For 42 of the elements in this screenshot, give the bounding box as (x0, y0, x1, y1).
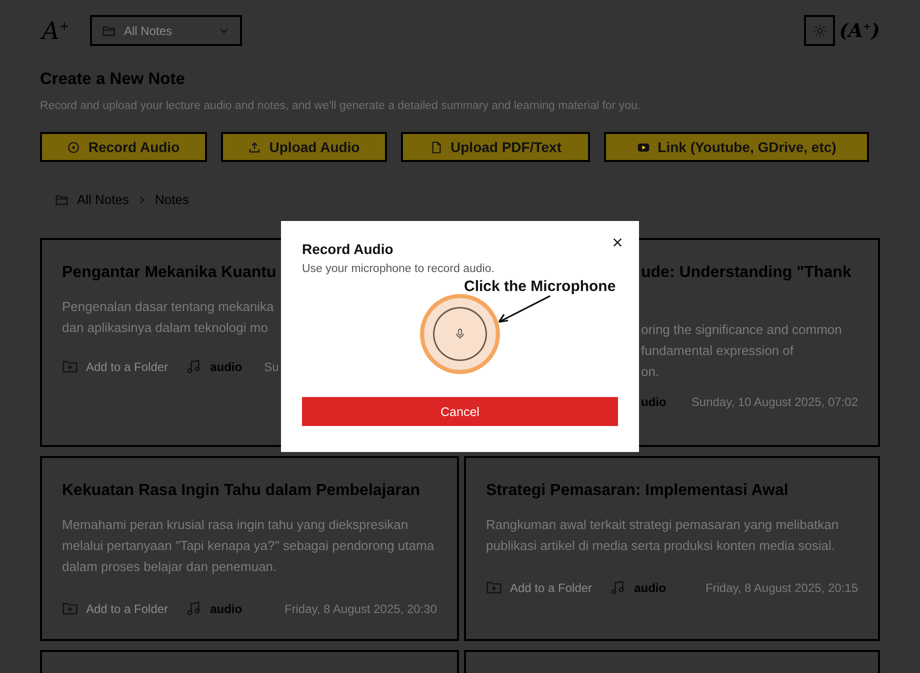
music-note-icon (610, 580, 626, 595)
note-date: Friday, 8 August 2025, 20:15 (705, 580, 858, 594)
note-description: Pengenalan dasar tentang mekanika (62, 298, 274, 316)
note-description: dan aplikasinya dalam teknologi mo (62, 319, 268, 337)
microphone-icon (454, 328, 466, 340)
action-button[interactable]: Link (Youtube, GDrive, etc) (604, 132, 869, 162)
note-description: Memahami peran krusial rasa ingin tahu yang diekspresikan melalui pertanyaan "Tapi kenapa ya?" sebagai pendorong utama dalam proses belajar dan penemuan. (62, 516, 436, 576)
note-description: Rangkuman awal terkait strategi pemasaran yang melibatkan publikasi artikel di media serta produksi konten media sosial. (486, 516, 840, 555)
dialog-title: Record Audio (302, 241, 394, 257)
note-date: Su (264, 360, 279, 374)
folder-icon (55, 192, 69, 206)
note-description: on. (641, 363, 660, 381)
action-button[interactable]: Upload PDF/Text (401, 132, 590, 162)
annotation-arrow (496, 295, 552, 325)
folder-plus-icon (486, 580, 502, 595)
page-subtitle: Record and upload your lecture audio and notes, and we'll generate a detailed summary and learning material for you. (40, 100, 642, 112)
cancel-button[interactable]: Cancel (302, 397, 618, 426)
theme-toggle-button[interactable] (804, 15, 836, 46)
note-card[interactable] (40, 456, 459, 641)
document-icon (430, 140, 443, 154)
folder-dropdown[interactable]: All Notes (90, 15, 242, 46)
annotation-text: Click the Microphone (464, 278, 616, 295)
record-icon (67, 140, 80, 154)
music-note-icon (186, 359, 202, 374)
folder-plus-icon (62, 601, 78, 616)
upload-icon (248, 140, 262, 154)
action-button[interactable]: Record Audio (40, 132, 207, 162)
video-play-icon (636, 140, 650, 154)
action-button[interactable]: Upload Audio (221, 132, 387, 162)
folder-icon (102, 24, 116, 38)
note-date: Sunday, 10 August 2025, 07:02 (691, 395, 858, 409)
close-icon[interactable] (612, 237, 623, 248)
note-date: Friday, 8 August 2025, 20:30 (284, 602, 437, 616)
sun-icon (812, 24, 827, 38)
music-note-icon (186, 601, 202, 616)
add-to-folder-button[interactable]: Add to a Folder (486, 580, 592, 595)
note-description: fundamental expression of (641, 342, 794, 360)
folder-plus-icon (62, 359, 78, 374)
add-to-folder-button[interactable]: Add to a Folder (62, 359, 168, 374)
note-description: oring the significance and common (641, 321, 842, 339)
add-to-folder-button[interactable]: Add to a Folder (62, 601, 168, 616)
note-card[interactable] (464, 456, 880, 641)
